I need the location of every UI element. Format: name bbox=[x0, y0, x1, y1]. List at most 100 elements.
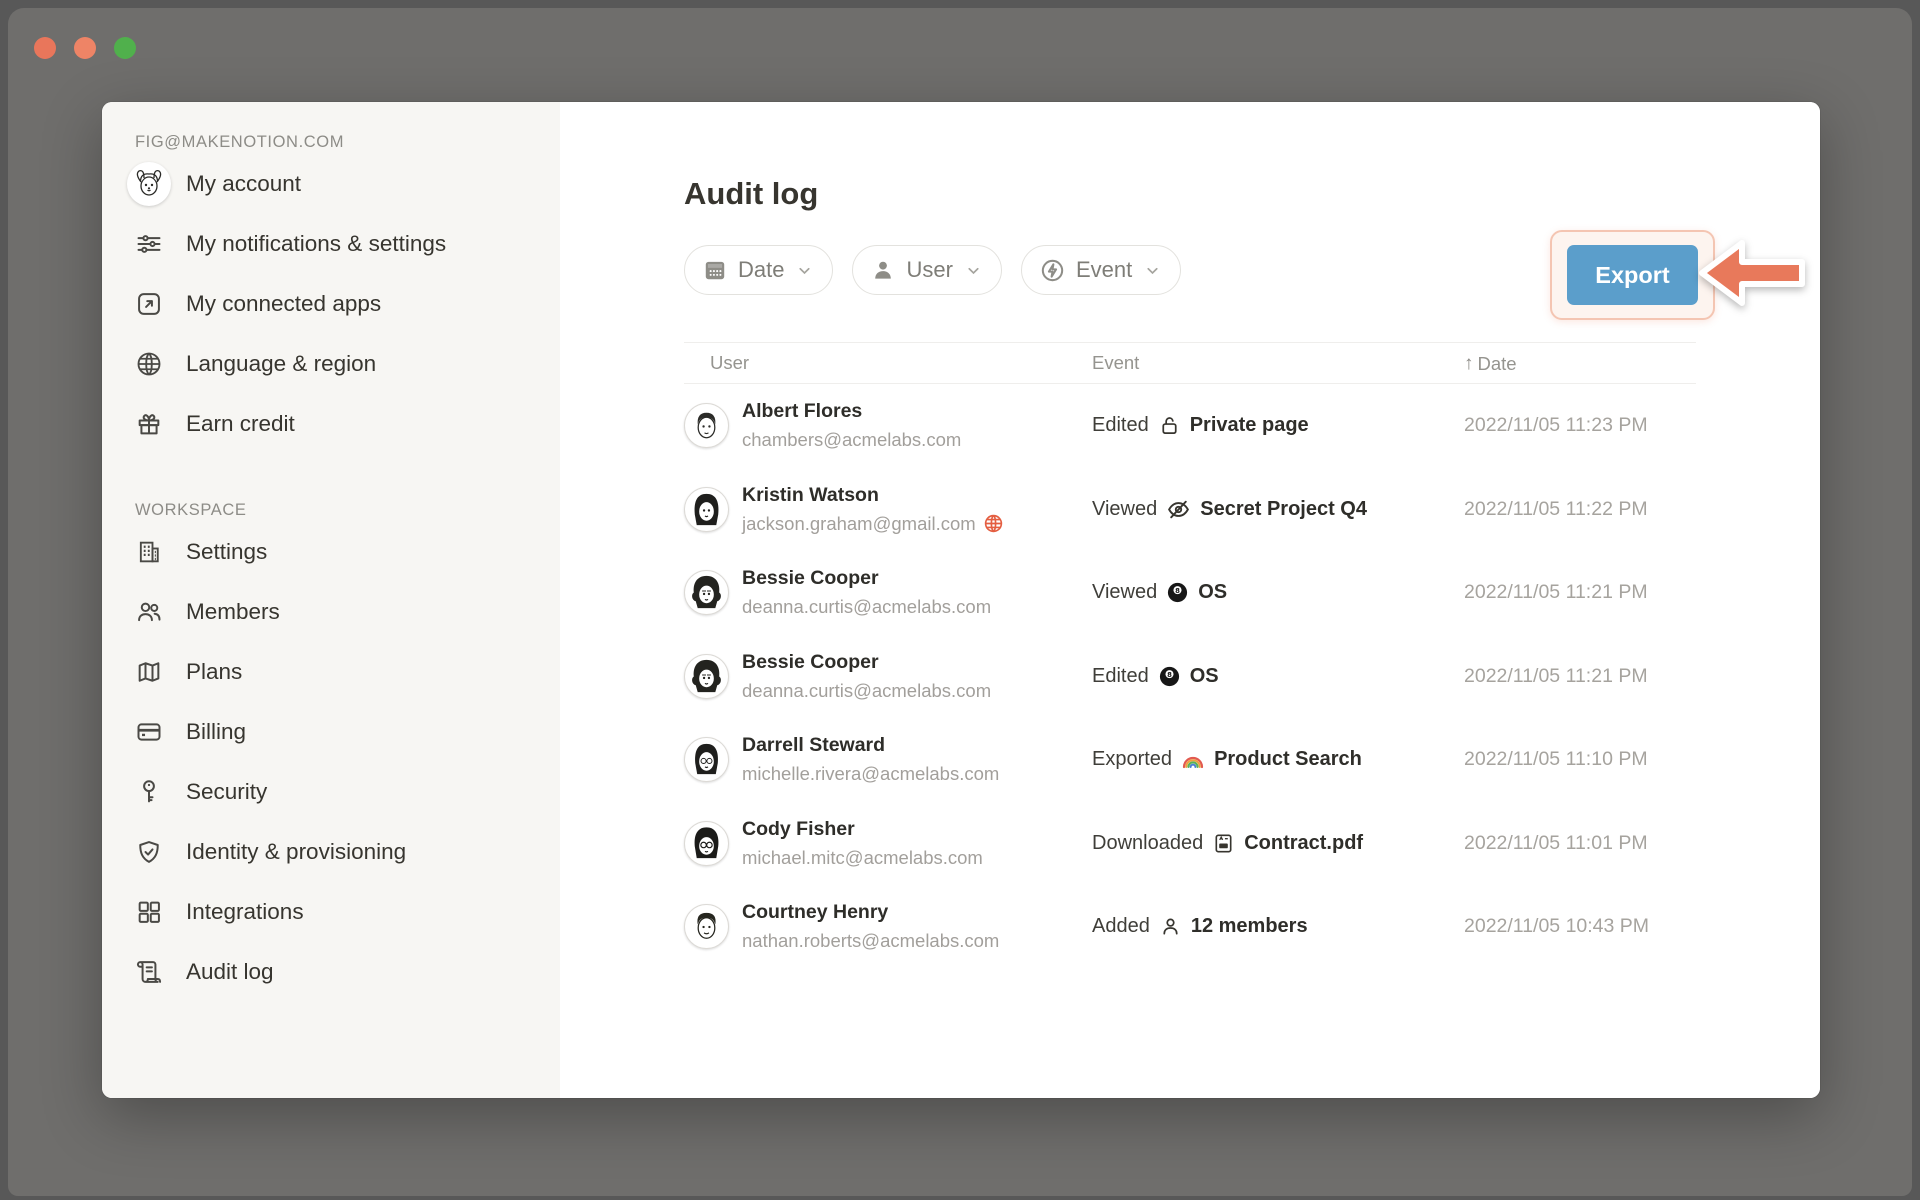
grid-icon bbox=[132, 895, 166, 929]
rainbow-icon bbox=[1181, 748, 1205, 772]
avatar bbox=[684, 737, 729, 782]
sidebar-item-label: Language & region bbox=[186, 351, 376, 377]
user-name: Darrell Steward bbox=[742, 734, 999, 757]
event-action: Edited bbox=[1092, 665, 1149, 688]
event-date: 2022/11/05 11:23 PM bbox=[1464, 414, 1696, 437]
user-name: Bessie Cooper bbox=[742, 567, 991, 590]
event-filter-label: Event bbox=[1076, 257, 1132, 283]
event-date: 2022/11/05 11:22 PM bbox=[1464, 498, 1696, 521]
audit-log-table: User Event ↑ Date bbox=[684, 342, 1696, 969]
avatar bbox=[684, 487, 729, 532]
sidebar-item-identity-provisioning[interactable]: Identity & provisioning bbox=[132, 822, 560, 882]
sidebar-item-label: Earn credit bbox=[186, 411, 295, 437]
user-email: deanna.curtis@acmelabs.com bbox=[742, 596, 991, 618]
table-row: Courtney Henry nathan.roberts@acmelabs.c… bbox=[684, 885, 1696, 969]
user-name: Cody Fisher bbox=[742, 818, 983, 841]
shield-check-icon bbox=[132, 835, 166, 869]
credit-card-icon bbox=[132, 715, 166, 749]
settings-dialog: FIG@MAKENOTION.COM My account bbox=[102, 102, 1820, 1098]
event-cell: Added 12 members bbox=[1092, 915, 1464, 938]
event-cell: Viewed 8 OS bbox=[1092, 581, 1464, 604]
guest-globe-icon bbox=[983, 513, 1004, 534]
event-date: 2022/11/05 10:43 PM bbox=[1464, 915, 1696, 938]
event-cell: Viewed Secret Project Q4 bbox=[1092, 497, 1464, 522]
sidebar-item-billing[interactable]: Billing bbox=[132, 702, 560, 762]
people-icon bbox=[132, 595, 166, 629]
user-email: deanna.curtis@acmelabs.com bbox=[742, 680, 991, 702]
key-icon bbox=[132, 775, 166, 809]
chevron-down-icon bbox=[796, 262, 813, 279]
sidebar-item-earn-credit[interactable]: Earn credit bbox=[132, 394, 560, 454]
workspace-section-label: WORKSPACE bbox=[135, 498, 560, 522]
export-button[interactable]: Export bbox=[1567, 245, 1698, 305]
export-annotation-zone: Export bbox=[1550, 230, 1810, 322]
column-header-event: Event bbox=[1092, 352, 1464, 374]
minimize-window-button[interactable] bbox=[74, 37, 96, 59]
table-row: Bessie Cooper deanna.curtis@acmelabs.com… bbox=[684, 551, 1696, 635]
sidebar-item-security[interactable]: Security bbox=[132, 762, 560, 822]
event-cell: Edited 8 OS bbox=[1092, 665, 1464, 688]
event-action: Viewed bbox=[1092, 498, 1157, 521]
account-email-label: FIG@MAKENOTION.COM bbox=[135, 130, 560, 154]
globe-icon bbox=[132, 347, 166, 381]
zoom-window-button[interactable] bbox=[114, 37, 136, 59]
window-controls bbox=[34, 37, 136, 59]
table-header: User Event ↑ Date bbox=[684, 342, 1696, 384]
svg-text:8: 8 bbox=[1175, 587, 1180, 595]
table-row: Cody Fisher michael.mitc@acmelabs.com Do… bbox=[684, 802, 1696, 886]
account-avatar bbox=[127, 162, 171, 206]
avatar bbox=[684, 821, 729, 866]
column-header-date-sort[interactable]: ↑ Date bbox=[1464, 353, 1517, 375]
close-window-button[interactable] bbox=[34, 37, 56, 59]
sidebar-item-integrations[interactable]: Integrations bbox=[132, 882, 560, 942]
date-filter-chip[interactable]: Date bbox=[684, 245, 833, 295]
lock-icon bbox=[1158, 414, 1181, 437]
sidebar-item-audit-log[interactable]: Audit log bbox=[132, 942, 560, 1002]
event-object: Contract.pdf bbox=[1244, 832, 1363, 855]
sidebar-item-label: Identity & provisioning bbox=[186, 839, 406, 865]
event-cell: Exported Product Search bbox=[1092, 748, 1464, 772]
event-action: Exported bbox=[1092, 748, 1172, 771]
event-cell: Downloaded Contract.pdf bbox=[1092, 832, 1464, 855]
person-add-icon bbox=[1159, 915, 1182, 938]
user-filter-chip[interactable]: User bbox=[852, 245, 1001, 295]
avatar bbox=[684, 654, 729, 699]
sidebar-item-settings[interactable]: Settings bbox=[132, 522, 560, 582]
sidebar-item-members[interactable]: Members bbox=[132, 582, 560, 642]
user-name: Bessie Cooper bbox=[742, 651, 991, 674]
user-email: michelle.rivera@acmelabs.com bbox=[742, 763, 999, 785]
sidebar-item-label: My notifications & settings bbox=[186, 231, 446, 257]
event-date: 2022/11/05 11:21 PM bbox=[1464, 665, 1696, 688]
user-email: chambers@acmelabs.com bbox=[742, 429, 961, 451]
sidebar-item-label: My account bbox=[186, 171, 301, 197]
arrow-up-right-square-icon bbox=[132, 287, 166, 321]
event-action: Added bbox=[1092, 915, 1150, 938]
sidebar-item-plans[interactable]: Plans bbox=[132, 642, 560, 702]
user-name: Kristin Watson bbox=[742, 484, 1004, 507]
chevron-down-icon bbox=[1144, 262, 1161, 279]
event-object: 12 members bbox=[1191, 915, 1308, 938]
user-name: Albert Flores bbox=[742, 400, 961, 423]
user-filter-label: User bbox=[906, 257, 952, 283]
sidebar-item-connected-apps[interactable]: My connected apps bbox=[132, 274, 560, 334]
gift-icon bbox=[132, 407, 166, 441]
avatar bbox=[684, 403, 729, 448]
sidebar-item-notifications-settings[interactable]: My notifications & settings bbox=[132, 214, 560, 274]
event-filter-chip[interactable]: Event bbox=[1021, 245, 1181, 295]
column-header-user: User bbox=[684, 352, 1092, 374]
sidebar-item-my-account[interactable]: My account bbox=[132, 154, 560, 214]
lightning-circle-icon bbox=[1039, 257, 1066, 284]
sidebar-item-label: Audit log bbox=[186, 959, 274, 985]
sidebar-item-label: Security bbox=[186, 779, 267, 805]
settings-sidebar: FIG@MAKENOTION.COM My account bbox=[102, 102, 560, 1098]
document-icon bbox=[1212, 832, 1235, 855]
user-name: Courtney Henry bbox=[742, 901, 999, 924]
sidebar-item-label: Settings bbox=[186, 539, 267, 565]
sliders-icon bbox=[132, 227, 166, 261]
avatar bbox=[684, 904, 729, 949]
sidebar-item-language-region[interactable]: Language & region bbox=[132, 334, 560, 394]
eye-off-icon bbox=[1166, 497, 1191, 522]
event-date: 2022/11/05 11:21 PM bbox=[1464, 581, 1696, 604]
scroll-icon bbox=[132, 955, 166, 989]
app-window: FIG@MAKENOTION.COM My account bbox=[8, 8, 1912, 1196]
